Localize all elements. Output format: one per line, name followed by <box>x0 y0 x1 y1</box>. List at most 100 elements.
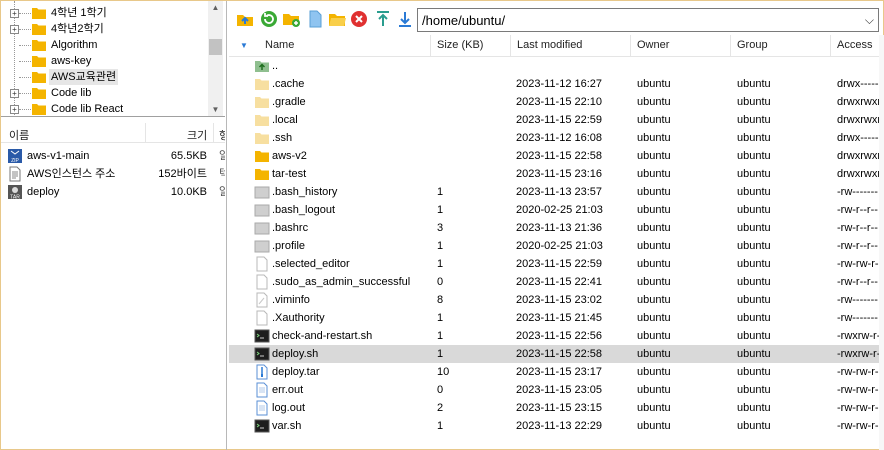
remote-file-row-profile[interactable]: .profile 1 2020-02-25 21:03 ubuntu ubuntu -rw… <box>229 237 884 255</box>
remote-scrollbar[interactable] <box>879 35 884 450</box>
file-access: -rw-rw-r-- <box>837 402 883 414</box>
header-last-modified[interactable]: Last modified <box>517 39 582 51</box>
local-file-row[interactable]: AWS인스턴스 주소 152바이트 텍 <box>1 165 225 183</box>
tree-item[interactable]: +4학년2학기 <box>1 21 209 37</box>
scroll-thumb[interactable] <box>209 39 222 55</box>
file-modified: 2023-11-15 22:56 <box>516 330 603 342</box>
file-modified: 2023-11-13 23:57 <box>516 186 603 198</box>
delete-icon[interactable] <box>349 9 369 29</box>
file-access: drwxrwxr-x <box>837 168 884 180</box>
new-file-icon[interactable] <box>305 9 325 29</box>
header-owner[interactable]: Owner <box>637 39 669 51</box>
file-name: var.sh <box>272 420 302 432</box>
remote-file-row-bash-logout[interactable]: .bash_logout 1 2020-02-25 21:03 ubuntu ubunt… <box>229 201 884 219</box>
text-file-icon <box>254 400 270 416</box>
new-folder-icon[interactable] <box>281 9 301 29</box>
text-file-icon <box>7 166 23 182</box>
local-header-type[interactable]: 형 <box>219 127 225 143</box>
remote-file-row-log-out[interactable]: log.out 2 2023-11-15 23:15 ubuntu ubuntu -rw-… <box>229 399 884 417</box>
tree-item[interactable]: + Code lib React <box>1 101 209 116</box>
file-owner: ubuntu <box>637 204 671 216</box>
tree-item[interactable]: + Code lib <box>1 85 209 101</box>
file-owner: ubuntu <box>637 384 671 396</box>
header-access[interactable]: Access <box>837 39 872 51</box>
file-access: drwxrwxr-x <box>837 96 884 108</box>
file-name: .bash_history <box>272 186 338 198</box>
remote-file-row-bashrc[interactable]: .bashrc 3 2023-11-13 21:36 ubuntu ubuntu -rw-… <box>229 219 884 237</box>
file-group: ubuntu <box>737 276 771 288</box>
remote-file-row-bash-history[interactable]: .bash_history 1 2023-11-13 23:57 ubuntu ubun… <box>229 183 884 201</box>
refresh-icon[interactable] <box>259 9 279 29</box>
expand-icon[interactable]: + <box>10 25 19 34</box>
file-modified: 2023-11-15 22:59 <box>516 258 603 270</box>
tree-item[interactable]: AWS교육관련 <box>1 69 209 85</box>
file-modified: 2023-11-12 16:27 <box>516 78 603 90</box>
tree-item-label: Code lib <box>51 87 92 99</box>
remote-file-row-deploy-tar[interactable]: deploy.tar 10 2023-11-15 23:17 ubuntu ubuntu… <box>229 363 884 381</box>
header-group[interactable]: Group <box>737 39 768 51</box>
upload-icon[interactable] <box>373 9 393 29</box>
remote-file-row-cache[interactable]: .cache 2023-11-12 16:27 ubuntu ubuntu drwx--… <box>229 75 884 93</box>
tree-item[interactable]: +4학년 1학기 <box>1 5 209 21</box>
hidden-folder-icon <box>254 112 270 128</box>
tree-item-label: Algorithm <box>51 39 98 51</box>
remote-file-row-sudo-as-admin-successful[interactable]: .sudo_as_admin_successful 0 2023-11-15 22:… <box>229 273 884 291</box>
tree-item[interactable]: Algorithm <box>1 37 209 53</box>
local-file-name: deploy <box>27 186 60 198</box>
local-header-name[interactable]: 이름 <box>9 127 29 143</box>
file-name: deploy.tar <box>272 366 320 378</box>
local-file-type: 알 <box>219 186 225 198</box>
remote-file-row-tar-test[interactable]: tar-test 2023-11-15 23:16 ubuntu ubuntu drwx… <box>229 165 884 183</box>
scroll-down-icon[interactable]: ▼ <box>208 103 223 116</box>
folder-icon <box>32 72 46 83</box>
expand-icon[interactable]: + <box>10 89 19 98</box>
tree-item[interactable]: aws-key <box>1 53 209 69</box>
local-header-size[interactable]: 크기 <box>187 127 207 143</box>
remote-file-row-gradle[interactable]: .gradle 2023-11-15 22:10 ubuntu ubuntu drwxr… <box>229 93 884 111</box>
file-modified: 2023-11-15 23:05 <box>516 384 603 396</box>
local-file-row[interactable]: ZIP aws-v1-main 65.5KB 알 <box>1 147 225 165</box>
header-size[interactable]: Size (KB) <box>437 39 483 51</box>
header-name[interactable]: Name <box>265 39 294 51</box>
remote-path-combobox[interactable]: /home/ubuntu/ ⌵ <box>417 8 879 32</box>
parent-directory-icon <box>254 58 270 74</box>
tree-scrollbar[interactable]: ▲ ▼ <box>208 1 223 116</box>
folder-icon <box>32 40 46 51</box>
file-owner: ubuntu <box>637 276 671 288</box>
file-icon <box>254 310 270 326</box>
file-access: drwx------ <box>837 78 883 90</box>
remote-file-row-item[interactable]: .. <box>229 57 884 75</box>
file-modified: 2023-11-15 23:16 <box>516 168 603 180</box>
remote-file-row-ssh[interactable]: .ssh 2023-11-12 16:08 ubuntu ubuntu drwx----… <box>229 129 884 147</box>
file-group: ubuntu <box>737 366 771 378</box>
remote-file-row-aws-v2[interactable]: aws-v2 2023-11-15 22:58 ubuntu ubuntu drwxrw… <box>229 147 884 165</box>
expand-icon[interactable]: + <box>10 9 19 18</box>
remote-file-row-var-sh[interactable]: var.sh 1 2023-11-13 22:29 ubuntu ubuntu -rw-r… <box>229 417 884 435</box>
file-owner: ubuntu <box>637 312 671 324</box>
file-modified: 2023-11-15 23:15 <box>516 402 603 414</box>
remote-file-row-err-out[interactable]: err.out 0 2023-11-15 23:05 ubuntu ubuntu -rw-… <box>229 381 884 399</box>
remote-list-header: ▼ Name Size (KB) Last modified Owner Gro… <box>229 35 884 57</box>
file-name: .. <box>272 60 279 72</box>
scroll-up-icon[interactable]: ▲ <box>208 1 223 15</box>
chevron-down-icon[interactable]: ⌵ <box>865 13 874 28</box>
tree-connector <box>19 109 31 110</box>
remote-file-row-local[interactable]: .local 2023-11-15 22:59 ubuntu ubuntu drwxrw… <box>229 111 884 129</box>
remote-file-row-xauthority[interactable]: .Xauthority 1 2023-11-15 21:45 ubuntu ubuntu… <box>229 309 884 327</box>
remote-file-row-viminfo[interactable]: .viminfo 8 2023-11-15 23:02 ubuntu ubuntu -rw… <box>229 291 884 309</box>
file-owner: ubuntu <box>637 402 671 414</box>
folder-icon <box>254 148 270 164</box>
hidden-folder-icon <box>254 94 270 110</box>
file-modified: 2020-02-25 21:03 <box>516 204 603 216</box>
download-icon[interactable] <box>395 9 415 29</box>
remote-file-row-selected-editor[interactable]: .selected_editor 1 2023-11-15 22:59 ubuntu u… <box>229 255 884 273</box>
remote-file-row-deploy-sh[interactable]: deploy.sh 1 2023-11-15 22:58 ubuntu ubuntu -r… <box>229 345 884 363</box>
remote-file-row-check-and-restart-sh[interactable]: check-and-restart.sh 1 2023-11-15 22:56 ubu… <box>229 327 884 345</box>
local-file-row[interactable]: TAR deploy 10.0KB 알 <box>1 183 225 201</box>
file-name: .bashrc <box>272 222 309 234</box>
expand-icon[interactable]: + <box>10 105 19 114</box>
open-folder-icon[interactable] <box>327 9 347 29</box>
remote-path-value[interactable]: /home/ubuntu/ <box>422 13 505 28</box>
parent-folder-icon[interactable] <box>235 9 255 29</box>
hidden-folder-icon <box>254 130 270 146</box>
